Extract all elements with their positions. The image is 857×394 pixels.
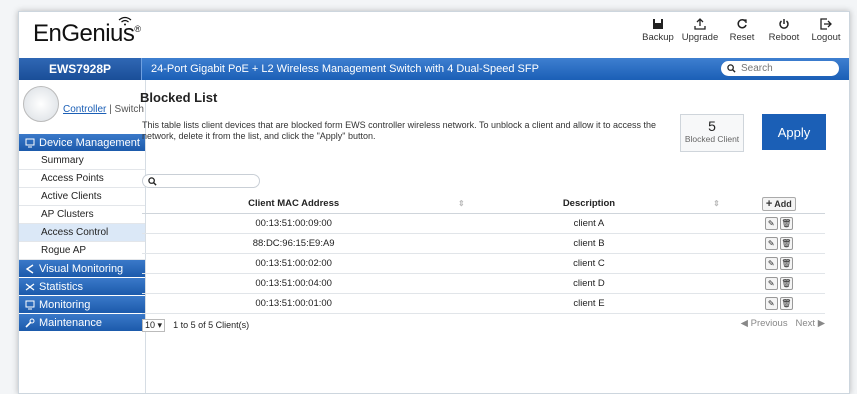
blocked-count-box: 5 Blocked Client bbox=[680, 114, 744, 152]
wifi-icon bbox=[118, 16, 132, 26]
sidebar: Controller | Switch Device Management Su… bbox=[19, 80, 146, 393]
trash-icon[interactable]: 🗑 bbox=[779, 217, 793, 230]
description-cell: client C bbox=[477, 253, 701, 274]
main-content: Blocked List This table lists client dev… bbox=[140, 90, 826, 332]
sidebar-item-ap-clusters[interactable]: AP Clusters bbox=[19, 206, 145, 224]
top-bar: EnGenius® Backup Upgrade Reset Reboot Lo… bbox=[19, 12, 849, 58]
table-row: 00:13:51:00:04:00 client D ✎ 🗑 bbox=[142, 273, 825, 294]
description-cell: client B bbox=[477, 233, 701, 254]
table-row: 88:DC:96:15:E9:A9 client B ✎ 🗑 bbox=[142, 233, 825, 254]
logout-label: Logout bbox=[811, 32, 841, 43]
edit-icon[interactable]: ✎ bbox=[764, 237, 778, 250]
column-header-description[interactable]: Description bbox=[477, 194, 701, 214]
results-summary: 1 to 5 of 5 Client(s) bbox=[173, 320, 250, 330]
power-icon bbox=[779, 19, 789, 29]
header-bar: EWS7928P 24-Port Gigabit PoE + L2 Wirele… bbox=[19, 58, 849, 80]
trash-icon[interactable]: 🗑 bbox=[779, 297, 793, 310]
description-cell: client E bbox=[477, 293, 701, 314]
column-header-mac[interactable]: Client MAC Address bbox=[142, 194, 446, 214]
backup-label: Backup bbox=[642, 32, 674, 43]
trash-icon[interactable]: 🗑 bbox=[779, 257, 793, 270]
nav-monitoring[interactable]: Monitoring bbox=[19, 296, 145, 314]
reboot-button[interactable]: Reboot bbox=[767, 18, 801, 43]
chevron-down-icon: ▾ bbox=[157, 319, 163, 330]
nav-device-management[interactable]: Device Management bbox=[19, 134, 145, 152]
shuffle-icon bbox=[25, 282, 35, 291]
monitor-icon bbox=[25, 138, 35, 147]
monitor-icon bbox=[25, 300, 35, 309]
mac-cell: 00:13:51:00:09:00 bbox=[142, 213, 446, 234]
sidebar-item-access-points[interactable]: Access Points bbox=[19, 170, 145, 188]
wrench-icon bbox=[25, 318, 35, 328]
save-icon bbox=[653, 19, 663, 29]
upload-icon bbox=[694, 18, 706, 30]
sidebar-item-active-clients[interactable]: Active Clients bbox=[19, 188, 145, 206]
model-description: 24-Port Gigabit PoE + L2 Wireless Manage… bbox=[151, 63, 539, 75]
plus-icon: + bbox=[765, 197, 773, 210]
pager: ◀ Previous Next ▶ bbox=[741, 318, 825, 329]
reset-icon bbox=[737, 19, 747, 29]
blocked-table: Client MAC Address ⇕ Description ⇕ + Add … bbox=[142, 194, 825, 314]
mac-cell: 00:13:51:00:01:00 bbox=[142, 293, 446, 314]
mode-separator: | bbox=[109, 104, 112, 115]
table-search-input[interactable] bbox=[160, 175, 254, 187]
nav-menu: Device Management Summary Access Points … bbox=[19, 134, 145, 332]
edit-icon[interactable]: ✎ bbox=[764, 277, 778, 290]
trash-icon[interactable]: 🗑 bbox=[779, 237, 793, 250]
blocked-count-label: Blocked Client bbox=[684, 134, 740, 144]
intro-text: This table lists client devices that are… bbox=[142, 120, 657, 141]
table-footer: 10 ▾ 1 to 5 of 5 Client(s) ◀ Previous Ne… bbox=[142, 318, 825, 332]
switch-link[interactable]: Switch bbox=[115, 104, 144, 115]
backup-button[interactable]: Backup bbox=[641, 18, 675, 43]
trash-icon[interactable]: 🗑 bbox=[779, 277, 793, 290]
search-icon bbox=[727, 64, 736, 73]
edit-icon[interactable]: ✎ bbox=[764, 217, 778, 230]
next-button[interactable]: Next ▶ bbox=[796, 318, 826, 329]
search-icon bbox=[148, 176, 157, 186]
reboot-label: Reboot bbox=[768, 32, 800, 43]
page-size-select[interactable]: 10 ▾ bbox=[142, 318, 166, 332]
sidebar-item-access-control[interactable]: Access Control bbox=[19, 224, 145, 242]
add-cell: + Add bbox=[732, 194, 825, 214]
table-row: 00:13:51:00:02:00 client C ✎ 🗑 bbox=[142, 253, 825, 274]
blocked-count: 5 bbox=[708, 118, 716, 134]
previous-button[interactable]: ◀ Previous bbox=[741, 318, 788, 329]
sort-icon[interactable]: ⇕ bbox=[445, 194, 478, 214]
mode-switch: Controller | Switch bbox=[63, 104, 144, 115]
nav-statistics[interactable]: Statistics bbox=[19, 278, 145, 296]
mac-cell: 88:DC:96:15:E9:A9 bbox=[142, 233, 446, 254]
reset-button[interactable]: Reset bbox=[725, 18, 759, 43]
mac-cell: 00:13:51:00:02:00 bbox=[142, 253, 446, 274]
model-name: EWS7928P bbox=[19, 58, 142, 80]
edit-icon[interactable]: ✎ bbox=[764, 297, 778, 310]
nav-visual-monitoring[interactable]: Visual Monitoring bbox=[19, 260, 145, 278]
global-search-input[interactable] bbox=[739, 62, 833, 75]
sidebar-item-rogue-ap[interactable]: Rogue AP bbox=[19, 242, 145, 260]
reset-label: Reset bbox=[729, 32, 755, 43]
share-icon bbox=[25, 263, 34, 274]
description-cell: client D bbox=[477, 273, 701, 294]
sidebar-item-summary[interactable]: Summary bbox=[19, 152, 145, 170]
table-row: 00:13:51:00:09:00 client A ✎ 🗑 bbox=[142, 213, 825, 234]
table-search[interactable] bbox=[142, 174, 260, 188]
table-row: 00:13:51:00:01:00 client E ✎ 🗑 bbox=[142, 293, 825, 314]
global-search[interactable] bbox=[721, 61, 839, 76]
edit-icon[interactable]: ✎ bbox=[764, 257, 778, 270]
chevron-right-icon: ▶ bbox=[817, 318, 825, 329]
apply-button[interactable]: Apply bbox=[762, 114, 826, 150]
nav-maintenance[interactable]: Maintenance bbox=[19, 314, 145, 332]
mac-cell: 00:13:51:00:04:00 bbox=[142, 273, 446, 294]
controller-link[interactable]: Controller bbox=[63, 104, 106, 115]
sort-icon[interactable]: ⇕ bbox=[700, 194, 733, 214]
upgrade-label: Upgrade bbox=[681, 32, 719, 43]
chevron-left-icon: ◀ bbox=[740, 318, 748, 329]
add-button[interactable]: + Add bbox=[761, 196, 796, 211]
logout-button[interactable]: Logout bbox=[809, 18, 843, 43]
page-title: Blocked List bbox=[140, 90, 218, 105]
logout-icon bbox=[820, 18, 832, 30]
upgrade-button[interactable]: Upgrade bbox=[681, 18, 719, 43]
description-cell: client A bbox=[477, 213, 701, 234]
avatar bbox=[23, 86, 59, 122]
